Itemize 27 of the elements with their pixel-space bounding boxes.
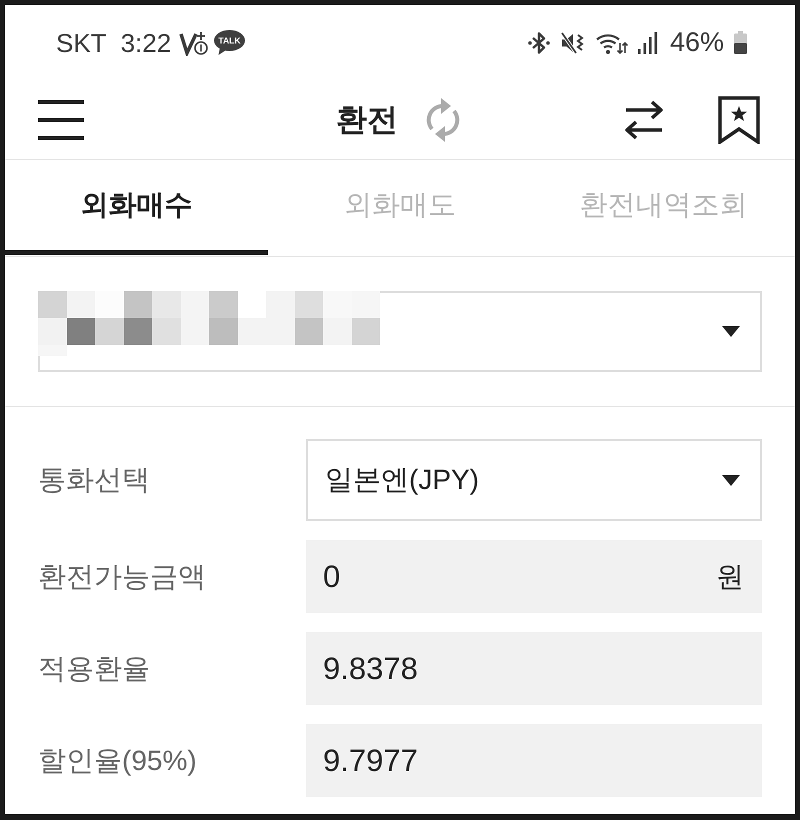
battery-percent: 46% [670,29,724,56]
account-dropdown[interactable] [38,291,762,372]
signal-bars-icon [638,32,658,54]
tab[interactable]: 외화매수 [5,160,268,255]
unit-label: 원 [716,560,744,594]
field-label: 통화선택 [38,463,151,497]
field-value: 0 [323,558,340,596]
battery-icon [734,31,747,54]
field-label: 할인율(95%) [38,744,198,778]
menu-icon [38,100,84,140]
dropdown-caret-icon [722,474,740,486]
refresh-icon [424,96,462,142]
bookmark-button[interactable] [718,96,760,144]
network-status-icon [179,30,210,56]
bluetooth-icon [528,30,550,54]
menu-button[interactable] [38,100,84,140]
currency-select[interactable]: 일본엔(JPY) [306,439,762,521]
mute-vibrate-icon [560,30,586,54]
field-label: 적용환율 [38,652,151,686]
clock-time: 3:22 [120,30,172,56]
carrier-name: SKT [56,30,107,56]
page-title: 환전 [336,100,398,138]
field-value: 9.8378 [323,650,418,688]
bookmark-star-icon [718,96,760,144]
field-label: 환전가능금액 [38,560,207,594]
field-value: 9.7977 [323,742,418,780]
dropdown-caret-icon [722,326,740,337]
